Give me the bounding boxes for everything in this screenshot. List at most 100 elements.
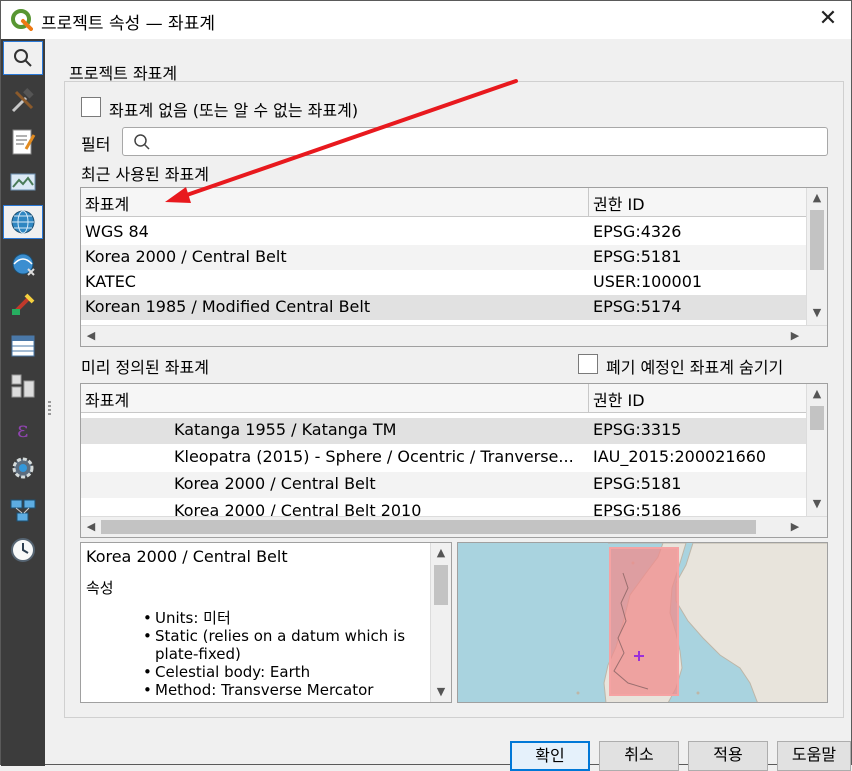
predefined-vertical-scrollbar[interactable]: ▲ ▼ [806, 384, 827, 517]
crs-extent-map-preview [457, 542, 828, 703]
info-vertical-scrollbar[interactable]: ▲ ▼ [430, 543, 451, 702]
scroll-down-arrow-icon[interactable]: ▼ [433, 685, 449, 698]
crs-properties-heading: 속성 [86, 579, 114, 597]
search-icon [14, 49, 32, 67]
list-item: Method: Transverse Mercator [143, 681, 438, 699]
column-header-crs[interactable]: 좌표계 [85, 191, 129, 215]
table-row[interactable]: Korea 2000 / Central Belt EPSG:5181 [81, 472, 806, 498]
authority-id-cell: USER:100001 [593, 272, 703, 291]
list-item: Celestial body: Earth [143, 663, 438, 681]
sidebar-item-qgis-server[interactable] [3, 493, 43, 527]
scroll-thumb[interactable] [101, 520, 756, 534]
predefined-crs-title: 미리 정의된 좌표계 [81, 358, 209, 377]
recent-horizontal-scrollbar[interactable]: ◀ ▶ [81, 325, 827, 346]
sidebar: ε [1, 39, 45, 766]
crs-extent-rectangle [609, 547, 679, 696]
crs-name-cell: Korean 1985 / Modified Central Belt [85, 297, 371, 316]
sidebar-item-general[interactable] [3, 84, 43, 118]
scroll-down-arrow-icon[interactable]: ▼ [809, 497, 825, 510]
authority-id-cell: EPSG:5186 [593, 501, 682, 517]
scroll-up-arrow-icon[interactable]: ▲ [809, 387, 825, 400]
scroll-thumb[interactable] [434, 565, 448, 605]
window-title: 프로젝트 속성 — 좌표계 [41, 14, 215, 34]
scroll-thumb[interactable] [810, 406, 824, 430]
crs-name-cell: WGS 84 [85, 222, 149, 241]
list-item: Static (relies on a datum which is plate… [143, 627, 438, 663]
scroll-thumb[interactable] [810, 210, 824, 270]
help-button[interactable]: 도움말 [777, 741, 851, 771]
table-row[interactable]: WGS 84 EPSG:4326 [81, 220, 806, 245]
recent-vertical-scrollbar[interactable]: ▲ ▼ [806, 188, 827, 325]
sidebar-item-data-sources[interactable] [3, 329, 43, 363]
macros-icon [12, 457, 34, 479]
predefined-horizontal-scrollbar[interactable]: ◀ ▶ [81, 516, 827, 537]
crs-properties-list: Units: 미터 Static (relies on a datum whic… [143, 609, 438, 699]
relations-icon [11, 374, 35, 398]
authority-id-cell: IAU_2015:200021660 [593, 447, 767, 466]
sidebar-item-styles[interactable] [3, 287, 43, 321]
scroll-left-arrow-icon[interactable]: ◀ [83, 520, 99, 533]
table-row-selected[interactable]: Korean 1985 / Modified Central Belt EPSG… [81, 295, 806, 320]
column-header-authority-id[interactable]: 권한 ID [593, 387, 645, 411]
recent-crs-header: 좌표계 권한 ID [81, 188, 806, 217]
temporal-icon [11, 538, 35, 562]
authority-id-cell: EPSG:5181 [593, 247, 682, 266]
sidebar-item-temporal[interactable] [3, 533, 43, 567]
sidebar-item-view-settings[interactable] [3, 165, 43, 199]
crs-info-panel: Korea 2000 / Central Belt 속성 Units: 미터 S… [80, 542, 452, 703]
sidebar-item-variables[interactable]: ε [3, 411, 43, 445]
crs-name-cell: Korea 2000 / Central Belt [85, 247, 287, 266]
sidebar-item-relations[interactable] [3, 369, 43, 403]
sidebar-item-metadata[interactable] [3, 125, 43, 159]
scroll-down-arrow-icon[interactable]: ▼ [809, 306, 825, 319]
no-crs-checkbox[interactable] [81, 97, 101, 117]
scroll-left-arrow-icon[interactable]: ◀ [83, 329, 99, 342]
sidebar-item-crs[interactable] [3, 205, 43, 239]
predefined-crs-header: 좌표계 권한 ID [81, 384, 806, 413]
svg-text:ε: ε [17, 418, 28, 443]
table-row-selected[interactable]: Katanga 1955 / Katanga TM EPSG:3315 [81, 418, 806, 444]
authority-id-cell: EPSG:5181 [593, 474, 682, 493]
predefined-crs-table: 좌표계 권한 ID Katanga 1955 / Katanga TM EPSG… [80, 383, 828, 538]
hide-deprecated-label: 폐기 예정인 좌표계 숨기기 [606, 358, 784, 377]
crs-name-cell: KATEC [85, 272, 136, 291]
authority-id-cell: EPSG:4326 [593, 222, 682, 241]
table-row[interactable]: Korea 2000 / Central Belt 2010 EPSG:5186 [81, 499, 806, 517]
transformations-icon [12, 253, 35, 276]
crs-globe-icon [11, 210, 35, 234]
close-window-button[interactable]: ✕ [805, 1, 851, 39]
korea-map-image [576, 543, 827, 702]
authority-id-cell: EPSG:5174 [593, 297, 682, 316]
scroll-up-arrow-icon[interactable]: ▲ [433, 546, 449, 559]
column-header-crs[interactable]: 좌표계 [85, 387, 129, 411]
qgis-logo-icon [11, 9, 33, 31]
crs-name-cell: Kleopatra (2015) - Sphere / Ocentric / T… [174, 447, 574, 466]
sidebar-splitter-handle[interactable] [48, 401, 51, 415]
scroll-up-arrow-icon[interactable]: ▲ [809, 191, 825, 204]
hide-deprecated-checkbox[interactable] [578, 354, 598, 374]
tools-icon [11, 88, 34, 113]
variables-icon: ε [17, 418, 28, 443]
metadata-icon [12, 129, 36, 155]
table-row[interactable]: Korea 2000 / Central Belt EPSG:5181 [81, 245, 806, 270]
recent-crs-table: 좌표계 권한 ID WGS 84 EPSG:4326 Korea 2000 / … [80, 187, 828, 347]
sidebar-search-button[interactable] [3, 41, 43, 75]
crs-name-cell: Korea 2000 / Central Belt [174, 474, 376, 493]
sidebar-item-transformations[interactable] [3, 247, 43, 281]
scroll-right-arrow-icon[interactable]: ▶ [787, 329, 803, 342]
ok-button[interactable]: 확인 [510, 741, 590, 771]
recent-crs-title: 최근 사용된 좌표계 [81, 165, 209, 184]
column-header-authority-id[interactable]: 권한 ID [593, 191, 645, 215]
table-row[interactable]: Kleopatra (2015) - Sphere / Ocentric / T… [81, 445, 806, 471]
crs-name-cell: Korea 2000 / Central Belt 2010 [174, 501, 422, 517]
filter-input[interactable] [122, 127, 828, 156]
qgis-server-icon [10, 499, 36, 522]
apply-button[interactable]: 적용 [688, 741, 768, 771]
project-properties-dialog: 프로젝트 속성 — 좌표계 ✕ ε 프로젝트 좌표계 좌표계 없음 (또는 알 … [0, 0, 852, 771]
data-sources-icon [11, 335, 35, 357]
sidebar-item-macros[interactable] [3, 451, 43, 485]
scroll-right-arrow-icon[interactable]: ▶ [787, 520, 803, 533]
table-row[interactable]: KATEC USER:100001 [81, 270, 806, 295]
cancel-button[interactable]: 취소 [599, 741, 679, 771]
list-item: Units: 미터 [143, 609, 438, 627]
